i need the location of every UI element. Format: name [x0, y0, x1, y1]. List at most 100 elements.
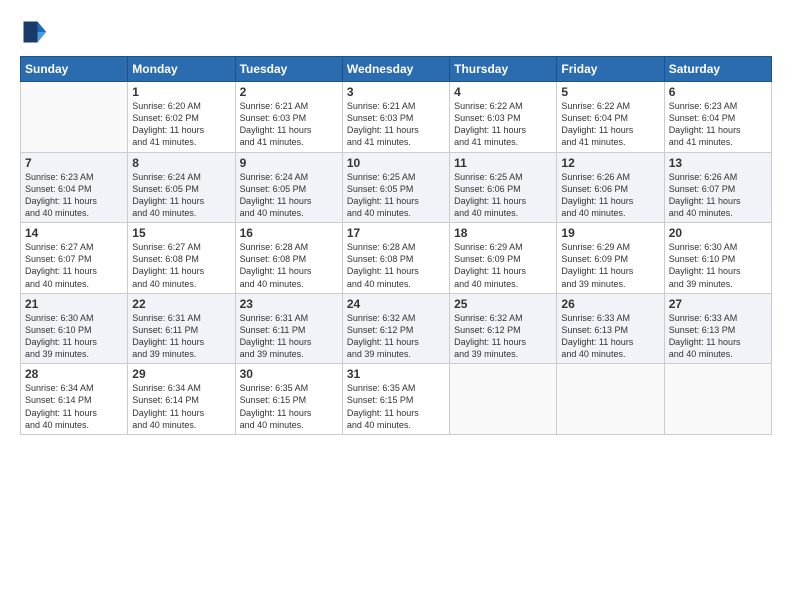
day-info: Sunrise: 6:21 AM Sunset: 6:03 PM Dayligh…: [240, 100, 338, 149]
day-number: 26: [561, 297, 659, 311]
calendar-cell: 4Sunrise: 6:22 AM Sunset: 6:03 PM Daylig…: [450, 82, 557, 153]
day-info: Sunrise: 6:31 AM Sunset: 6:11 PM Dayligh…: [240, 312, 338, 361]
calendar-cell: [557, 364, 664, 435]
day-number: 10: [347, 156, 445, 170]
calendar-cell: 9Sunrise: 6:24 AM Sunset: 6:05 PM Daylig…: [235, 152, 342, 223]
day-info: Sunrise: 6:34 AM Sunset: 6:14 PM Dayligh…: [132, 382, 230, 431]
page: SundayMondayTuesdayWednesdayThursdayFrid…: [0, 0, 792, 612]
day-info: Sunrise: 6:28 AM Sunset: 6:08 PM Dayligh…: [240, 241, 338, 290]
logo: [20, 18, 52, 46]
day-info: Sunrise: 6:26 AM Sunset: 6:06 PM Dayligh…: [561, 171, 659, 220]
day-number: 6: [669, 85, 767, 99]
calendar-cell: 18Sunrise: 6:29 AM Sunset: 6:09 PM Dayli…: [450, 223, 557, 294]
logo-icon: [20, 18, 48, 46]
day-number: 30: [240, 367, 338, 381]
day-number: 17: [347, 226, 445, 240]
day-number: 13: [669, 156, 767, 170]
calendar-cell: 26Sunrise: 6:33 AM Sunset: 6:13 PM Dayli…: [557, 293, 664, 364]
weekday-header: Thursday: [450, 57, 557, 82]
day-number: 5: [561, 85, 659, 99]
calendar-cell: 13Sunrise: 6:26 AM Sunset: 6:07 PM Dayli…: [664, 152, 771, 223]
day-number: 16: [240, 226, 338, 240]
calendar-row: 21Sunrise: 6:30 AM Sunset: 6:10 PM Dayli…: [21, 293, 772, 364]
calendar-row: 28Sunrise: 6:34 AM Sunset: 6:14 PM Dayli…: [21, 364, 772, 435]
day-info: Sunrise: 6:26 AM Sunset: 6:07 PM Dayligh…: [669, 171, 767, 220]
day-info: Sunrise: 6:34 AM Sunset: 6:14 PM Dayligh…: [25, 382, 123, 431]
day-info: Sunrise: 6:28 AM Sunset: 6:08 PM Dayligh…: [347, 241, 445, 290]
calendar-cell: 12Sunrise: 6:26 AM Sunset: 6:06 PM Dayli…: [557, 152, 664, 223]
day-info: Sunrise: 6:23 AM Sunset: 6:04 PM Dayligh…: [25, 171, 123, 220]
day-number: 8: [132, 156, 230, 170]
calendar-cell: 24Sunrise: 6:32 AM Sunset: 6:12 PM Dayli…: [342, 293, 449, 364]
calendar-cell: 2Sunrise: 6:21 AM Sunset: 6:03 PM Daylig…: [235, 82, 342, 153]
day-number: 23: [240, 297, 338, 311]
day-number: 25: [454, 297, 552, 311]
day-info: Sunrise: 6:30 AM Sunset: 6:10 PM Dayligh…: [25, 312, 123, 361]
calendar-cell: 16Sunrise: 6:28 AM Sunset: 6:08 PM Dayli…: [235, 223, 342, 294]
calendar-cell: 22Sunrise: 6:31 AM Sunset: 6:11 PM Dayli…: [128, 293, 235, 364]
calendar-cell: [450, 364, 557, 435]
calendar-row: 1Sunrise: 6:20 AM Sunset: 6:02 PM Daylig…: [21, 82, 772, 153]
day-number: 1: [132, 85, 230, 99]
calendar-cell: 8Sunrise: 6:24 AM Sunset: 6:05 PM Daylig…: [128, 152, 235, 223]
calendar-cell: 23Sunrise: 6:31 AM Sunset: 6:11 PM Dayli…: [235, 293, 342, 364]
weekday-header: Monday: [128, 57, 235, 82]
day-info: Sunrise: 6:23 AM Sunset: 6:04 PM Dayligh…: [669, 100, 767, 149]
weekday-header-row: SundayMondayTuesdayWednesdayThursdayFrid…: [21, 57, 772, 82]
calendar-cell: 20Sunrise: 6:30 AM Sunset: 6:10 PM Dayli…: [664, 223, 771, 294]
day-number: 15: [132, 226, 230, 240]
day-number: 28: [25, 367, 123, 381]
day-info: Sunrise: 6:27 AM Sunset: 6:07 PM Dayligh…: [25, 241, 123, 290]
calendar-cell: 31Sunrise: 6:35 AM Sunset: 6:15 PM Dayli…: [342, 364, 449, 435]
day-info: Sunrise: 6:20 AM Sunset: 6:02 PM Dayligh…: [132, 100, 230, 149]
calendar-cell: [664, 364, 771, 435]
day-info: Sunrise: 6:27 AM Sunset: 6:08 PM Dayligh…: [132, 241, 230, 290]
weekday-header: Saturday: [664, 57, 771, 82]
weekday-header: Wednesday: [342, 57, 449, 82]
header: [20, 18, 772, 46]
day-number: 19: [561, 226, 659, 240]
calendar-cell: 11Sunrise: 6:25 AM Sunset: 6:06 PM Dayli…: [450, 152, 557, 223]
calendar-cell: 3Sunrise: 6:21 AM Sunset: 6:03 PM Daylig…: [342, 82, 449, 153]
day-number: 27: [669, 297, 767, 311]
day-number: 4: [454, 85, 552, 99]
day-number: 14: [25, 226, 123, 240]
day-number: 22: [132, 297, 230, 311]
calendar-cell: 28Sunrise: 6:34 AM Sunset: 6:14 PM Dayli…: [21, 364, 128, 435]
day-info: Sunrise: 6:33 AM Sunset: 6:13 PM Dayligh…: [561, 312, 659, 361]
day-info: Sunrise: 6:24 AM Sunset: 6:05 PM Dayligh…: [240, 171, 338, 220]
calendar-cell: 30Sunrise: 6:35 AM Sunset: 6:15 PM Dayli…: [235, 364, 342, 435]
day-number: 21: [25, 297, 123, 311]
calendar-cell: 17Sunrise: 6:28 AM Sunset: 6:08 PM Dayli…: [342, 223, 449, 294]
calendar-row: 7Sunrise: 6:23 AM Sunset: 6:04 PM Daylig…: [21, 152, 772, 223]
calendar-cell: 15Sunrise: 6:27 AM Sunset: 6:08 PM Dayli…: [128, 223, 235, 294]
day-info: Sunrise: 6:25 AM Sunset: 6:05 PM Dayligh…: [347, 171, 445, 220]
day-info: Sunrise: 6:21 AM Sunset: 6:03 PM Dayligh…: [347, 100, 445, 149]
day-info: Sunrise: 6:35 AM Sunset: 6:15 PM Dayligh…: [347, 382, 445, 431]
calendar-cell: 6Sunrise: 6:23 AM Sunset: 6:04 PM Daylig…: [664, 82, 771, 153]
calendar-cell: 7Sunrise: 6:23 AM Sunset: 6:04 PM Daylig…: [21, 152, 128, 223]
day-info: Sunrise: 6:29 AM Sunset: 6:09 PM Dayligh…: [454, 241, 552, 290]
calendar-cell: 29Sunrise: 6:34 AM Sunset: 6:14 PM Dayli…: [128, 364, 235, 435]
day-info: Sunrise: 6:22 AM Sunset: 6:04 PM Dayligh…: [561, 100, 659, 149]
day-info: Sunrise: 6:33 AM Sunset: 6:13 PM Dayligh…: [669, 312, 767, 361]
day-number: 18: [454, 226, 552, 240]
day-info: Sunrise: 6:22 AM Sunset: 6:03 PM Dayligh…: [454, 100, 552, 149]
calendar-cell: 19Sunrise: 6:29 AM Sunset: 6:09 PM Dayli…: [557, 223, 664, 294]
day-number: 29: [132, 367, 230, 381]
day-number: 11: [454, 156, 552, 170]
calendar-cell: 5Sunrise: 6:22 AM Sunset: 6:04 PM Daylig…: [557, 82, 664, 153]
calendar: SundayMondayTuesdayWednesdayThursdayFrid…: [20, 56, 772, 435]
day-info: Sunrise: 6:24 AM Sunset: 6:05 PM Dayligh…: [132, 171, 230, 220]
day-info: Sunrise: 6:32 AM Sunset: 6:12 PM Dayligh…: [454, 312, 552, 361]
calendar-cell: 14Sunrise: 6:27 AM Sunset: 6:07 PM Dayli…: [21, 223, 128, 294]
day-number: 9: [240, 156, 338, 170]
day-number: 20: [669, 226, 767, 240]
day-info: Sunrise: 6:31 AM Sunset: 6:11 PM Dayligh…: [132, 312, 230, 361]
day-number: 12: [561, 156, 659, 170]
day-number: 3: [347, 85, 445, 99]
day-number: 24: [347, 297, 445, 311]
day-number: 31: [347, 367, 445, 381]
weekday-header: Friday: [557, 57, 664, 82]
weekday-header: Sunday: [21, 57, 128, 82]
